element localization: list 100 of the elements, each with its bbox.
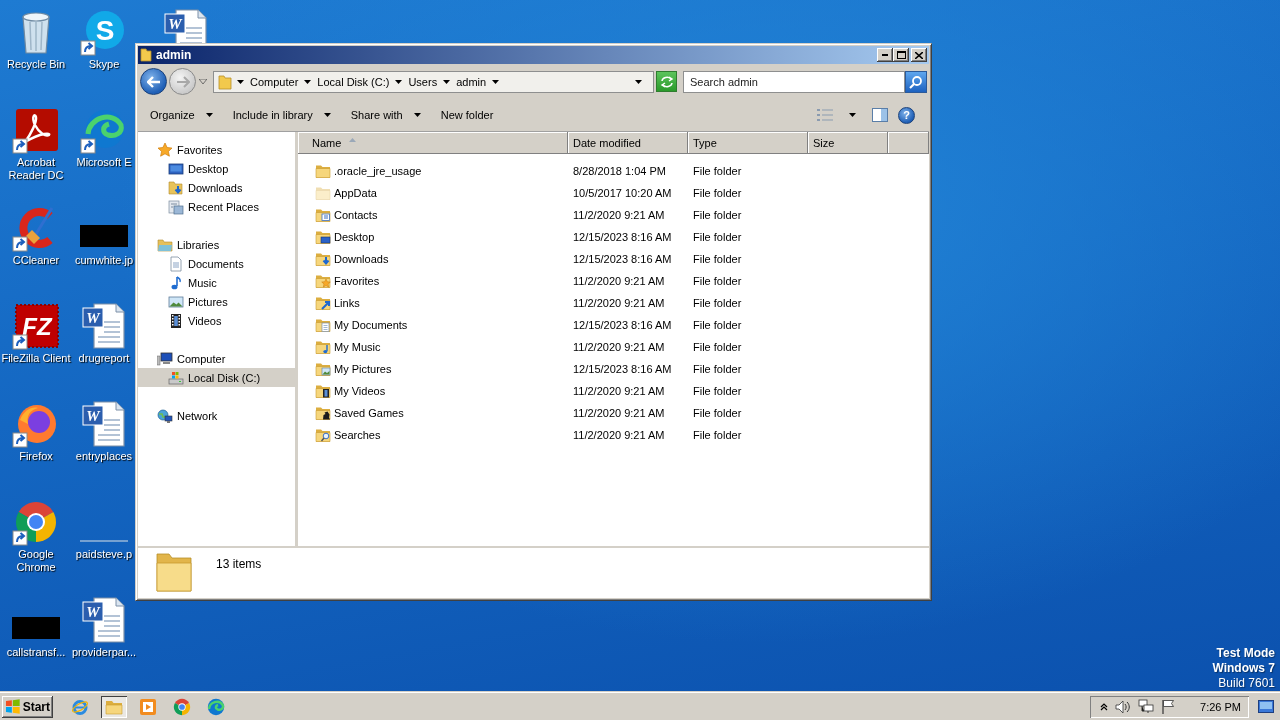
file-type-text: File folder (692, 209, 743, 221)
address-bar[interactable]: Computer Local Disk (C:) Users admin (213, 70, 654, 93)
file-name[interactable]: .oracle_jre_usage (334, 165, 422, 177)
file-type-text: File folder (692, 187, 743, 199)
network-icon (157, 407, 173, 424)
caret-icon[interactable] (849, 113, 856, 117)
desktop-icon-label[interactable]: Acrobat Reader DC (0, 156, 72, 182)
acrobat-icon[interactable] (12, 106, 60, 154)
desktop-icon-label[interactable]: Firefox (19, 450, 53, 463)
file-name[interactable]: Contacts (334, 209, 378, 221)
toolbar-button[interactable]: Organize (140, 103, 223, 127)
show-desktop-icon[interactable] (1258, 699, 1274, 714)
toolbar-button[interactable]: Share with (340, 103, 431, 127)
clock[interactable]: 7:26 PM (1200, 700, 1241, 713)
start-button[interactable]: Start (2, 695, 53, 718)
preview-pane-icon[interactable] (872, 108, 888, 122)
search-field[interactable]: Search admin (683, 70, 905, 93)
nav-item[interactable]: Desktop (138, 159, 295, 178)
breadcrumb-button[interactable]: Computer (249, 75, 300, 88)
picture-icon (168, 293, 184, 310)
caret-icon[interactable] (443, 79, 451, 84)
file-name[interactable]: My Documents (334, 319, 408, 331)
nav-item[interactable]: Videos (138, 311, 295, 330)
file-name[interactable]: My Videos (334, 385, 386, 397)
film-icon (168, 312, 184, 329)
logo-letter: W (86, 408, 100, 424)
file-type-text: File folder (692, 231, 743, 243)
date-modified-text: 11/2/2020 9:21 AM (572, 385, 666, 397)
image-thumbnail-icon[interactable] (12, 617, 60, 639)
file-type-text: File folder (692, 429, 743, 441)
nav-item[interactable]: Documents (138, 254, 295, 273)
windows-flag-icon (5, 699, 21, 714)
nav-item[interactable]: Local Disk (C:) (138, 368, 295, 387)
column-header[interactable]: Date modified (568, 132, 688, 153)
desktop-icon-label[interactable]: Recycle Bin (6, 58, 66, 71)
file-name[interactable]: AppData (334, 187, 377, 199)
desktop-icon-label[interactable]: Skype (88, 58, 120, 71)
file-name[interactable]: Desktop (334, 231, 375, 243)
file-name[interactable]: Favorites (334, 275, 380, 287)
logo-letter: S (95, 15, 115, 46)
caret-icon[interactable] (304, 79, 312, 84)
sort-arrow-icon (349, 137, 357, 142)
column-header[interactable]: Size (808, 132, 888, 153)
desktop-icon-label[interactable]: entryplaces (75, 450, 133, 463)
desktop-icon-label[interactable]: FileZilla Client (1, 352, 71, 365)
forward-arrow-icon (175, 75, 190, 88)
caret-icon[interactable] (635, 79, 642, 84)
desktop-icon-label[interactable]: drugreport (78, 352, 130, 365)
date-modified-text: 11/2/2020 9:21 AM (572, 209, 666, 221)
refresh-button[interactable] (656, 71, 677, 92)
date-modified-text: 11/2/2020 9:21 AM (572, 297, 666, 309)
date-modified-text: 12/15/2023 8:16 AM (572, 231, 673, 243)
maximize-button[interactable] (893, 48, 909, 62)
breadcrumb-button[interactable]: Local Disk (C:) (316, 75, 391, 88)
desktop-icon-label[interactable]: paidsteve.p (75, 548, 133, 561)
desktop-icon-label[interactable]: callstransf... (6, 646, 66, 659)
caret-icon[interactable] (492, 79, 500, 84)
desktop-icon-label[interactable]: providerpar... (71, 646, 137, 659)
image-thumbnail-icon[interactable] (80, 225, 128, 247)
breadcrumb-button[interactable]: admin (455, 75, 488, 88)
file-name[interactable]: My Pictures (334, 363, 392, 375)
filezilla-icon[interactable]: FZ (12, 302, 60, 350)
taskbar-button[interactable] (101, 695, 127, 718)
file-name[interactable]: Saved Games (334, 407, 404, 419)
file-name[interactable]: Downloads (334, 253, 389, 265)
file-name[interactable]: Links (334, 297, 360, 309)
desktop-icon-label[interactable]: Microsoft E (76, 156, 132, 169)
network-icon[interactable] (1138, 699, 1155, 714)
close-button[interactable] (911, 48, 927, 62)
item-count: 13 items (216, 557, 262, 571)
column-header[interactable]: Name (298, 132, 568, 153)
nav-item[interactable]: Music (138, 273, 295, 292)
file-name[interactable]: Searches (334, 429, 381, 441)
nav-item[interactable]: Computer (138, 349, 295, 368)
minimize-button[interactable] (877, 48, 893, 62)
toolbar-button[interactable]: Include in library (222, 103, 341, 127)
chevron-up-icon[interactable] (1100, 702, 1109, 711)
desktop-icon-label[interactable]: cumwhite.jp (74, 254, 134, 267)
flag-icon[interactable] (1161, 699, 1176, 714)
column-header[interactable]: Type (688, 132, 808, 153)
browser-icon (71, 697, 89, 716)
nav-item[interactable]: Recent Places (138, 197, 295, 216)
nav-item[interactable]: Favorites (138, 140, 295, 159)
file-name[interactable]: My Music (334, 341, 381, 353)
desktop-icon-label[interactable]: Google Chrome (0, 548, 72, 574)
caret-icon[interactable] (395, 79, 403, 84)
nav-item[interactable]: Libraries (138, 235, 295, 254)
date-modified-text: 10/5/2017 10:20 AM (572, 187, 673, 199)
desktop-icon-label[interactable]: CCleaner (12, 254, 60, 267)
nav-item[interactable]: Pictures (138, 292, 295, 311)
folder-icon (140, 48, 152, 62)
nav-item[interactable]: Downloads (138, 178, 295, 197)
nav-item[interactable]: Network (138, 406, 295, 425)
libraries-folder-icon (157, 236, 173, 253)
caret-icon[interactable] (237, 79, 244, 84)
speaker-icon[interactable] (1115, 699, 1132, 714)
toolbar-button[interactable]: New folder (430, 103, 504, 127)
back-button[interactable] (140, 68, 167, 95)
search-button[interactable] (905, 70, 927, 93)
breadcrumb-button[interactable]: Users (407, 75, 439, 88)
